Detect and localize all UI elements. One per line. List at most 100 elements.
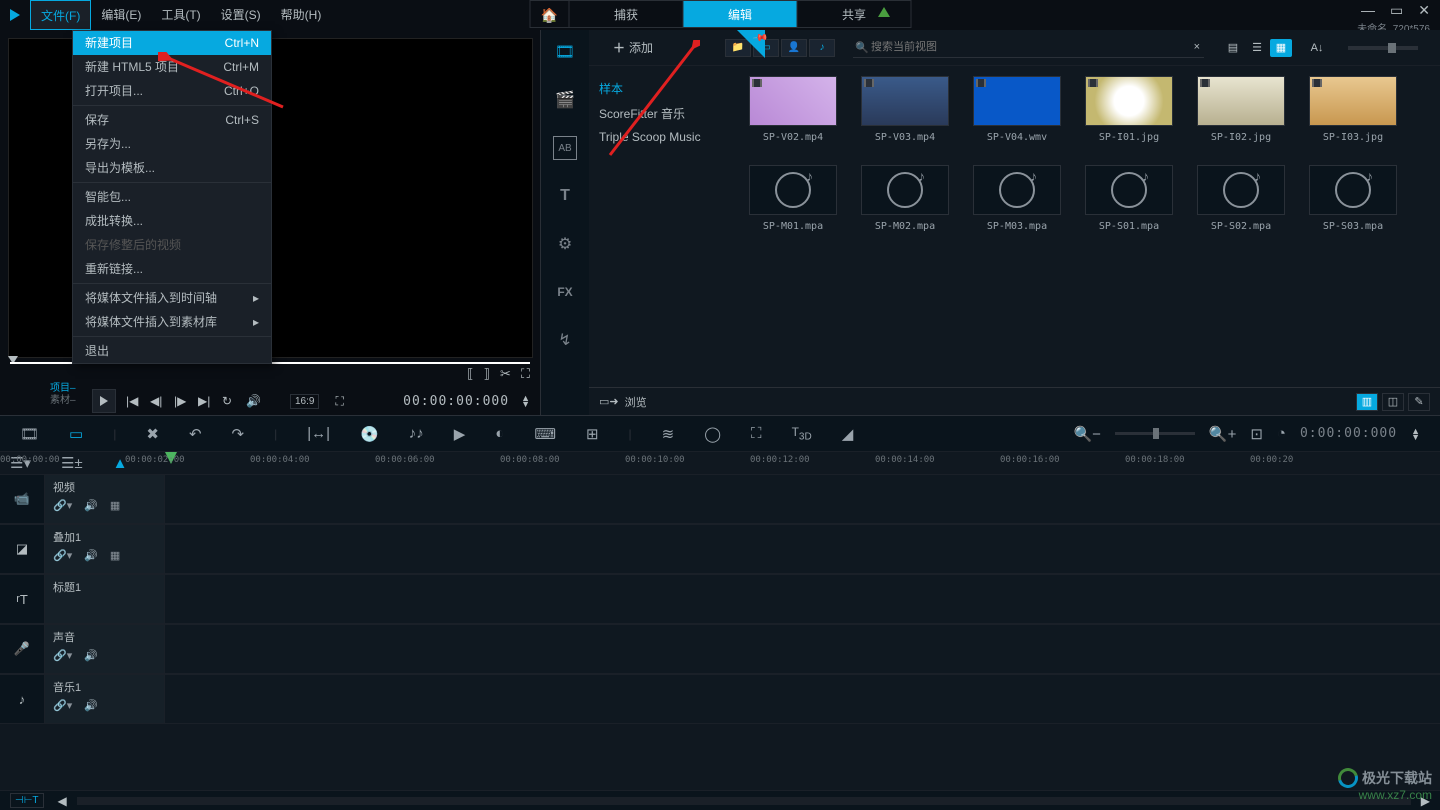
thumbnail-size-slider[interactable] bbox=[1348, 46, 1418, 50]
link-icon[interactable]: 🔗▾ bbox=[53, 649, 72, 662]
zoom-in-icon[interactable]: 🔍+ bbox=[1209, 425, 1236, 443]
panel-edit-icon[interactable]: ✎ bbox=[1408, 393, 1430, 411]
3d-title-icon[interactable]: T3D bbox=[792, 425, 812, 442]
browse-label[interactable]: 浏览 bbox=[625, 394, 647, 410]
scroll-mode-icon[interactable]: ⊣⊢T bbox=[10, 793, 44, 808]
link-icon[interactable]: 🔗▾ bbox=[53, 549, 72, 562]
link-icon[interactable]: 🔗▾ bbox=[53, 699, 72, 712]
tab-capture[interactable]: 捕获 bbox=[569, 0, 684, 28]
sidebar-title-icon[interactable]: AB bbox=[553, 136, 577, 160]
loop-icon[interactable]: ↻ bbox=[222, 394, 236, 408]
audio-mix-icon[interactable]: ♪♪ bbox=[409, 425, 424, 442]
fx-grid-icon[interactable]: ▦ bbox=[110, 499, 120, 512]
mute-icon[interactable]: 🔊 bbox=[84, 499, 98, 512]
menu-insert-library[interactable]: 将媒体文件插入到素材库 bbox=[73, 310, 271, 334]
minimize-button[interactable]: — bbox=[1361, 2, 1375, 19]
media-thumb[interactable]: SP-V02.mp4 bbox=[749, 76, 837, 143]
scissors-icon[interactable]: ✂ bbox=[500, 366, 511, 382]
menu-edit[interactable]: 编辑(E) bbox=[91, 0, 151, 30]
clear-search-icon[interactable]: × bbox=[1194, 41, 1200, 53]
tc-step-icon[interactable]: ▲▼ bbox=[1411, 428, 1420, 440]
sidebar-fx-icon[interactable]: FX bbox=[553, 280, 577, 304]
track-title-lane[interactable] bbox=[165, 575, 1440, 623]
filter-photo-icon[interactable]: 👤 bbox=[781, 39, 807, 57]
preview-timecode[interactable]: 00:00:00:000 bbox=[403, 394, 509, 409]
mute-icon[interactable]: 🔊 bbox=[84, 549, 98, 562]
audio-thumb[interactable]: SP-M02.mpa bbox=[861, 165, 949, 232]
media-thumb[interactable]: SP-I03.jpg bbox=[1309, 76, 1397, 143]
menu-relink[interactable]: 重新链接... bbox=[73, 257, 271, 281]
sidebar-transition-icon[interactable]: 🎬 bbox=[553, 88, 577, 112]
prev-frame-icon[interactable]: ◀| bbox=[150, 394, 164, 408]
audio-thumb[interactable]: SP-M03.mpa bbox=[973, 165, 1061, 232]
timeline-ruler[interactable]: ☰▾ ☰± ▲ 00:00:00:0000:00:02:0000:00:04:0… bbox=[0, 452, 1440, 474]
track-music-lane[interactable] bbox=[165, 675, 1440, 723]
tools-icon[interactable]: ✖ bbox=[146, 425, 159, 443]
media-thumb[interactable]: SP-V04.wmv bbox=[973, 76, 1061, 143]
goto-end-icon[interactable]: ▶| bbox=[198, 394, 212, 408]
sort-icon[interactable]: A↓ bbox=[1306, 39, 1328, 57]
storyboard-icon[interactable]: 🎞 bbox=[20, 425, 39, 443]
menu-batch-convert[interactable]: 成批转换... bbox=[73, 209, 271, 233]
tracking-icon[interactable]: ◯ bbox=[704, 425, 721, 443]
timeline-timecode[interactable]: 0:00:00:000 bbox=[1300, 426, 1397, 441]
menu-settings[interactable]: 设置(S) bbox=[211, 0, 271, 30]
track-video-icon[interactable]: 📹 bbox=[0, 475, 45, 523]
volume-icon[interactable]: 🔊 bbox=[246, 394, 260, 408]
mark-out-icon[interactable]: ⟧ bbox=[484, 366, 490, 382]
menu-export-template[interactable]: 导出为模板... bbox=[73, 156, 271, 180]
track-overlay-lane[interactable] bbox=[165, 525, 1440, 573]
timeline-icon[interactable]: ▭ bbox=[69, 425, 83, 443]
track-voice-lane[interactable] bbox=[165, 625, 1440, 673]
search-input[interactable] bbox=[853, 41, 1204, 53]
sidebar-text-icon[interactable]: T bbox=[553, 184, 577, 208]
close-button[interactable]: ✕ bbox=[1418, 2, 1430, 19]
view-grid-icon[interactable]: ▦ bbox=[1270, 39, 1292, 57]
mute-icon[interactable]: 🔊 bbox=[84, 699, 98, 712]
track-add-icon[interactable]: ☰± bbox=[61, 454, 83, 472]
track-title-icon[interactable]: rT bbox=[0, 575, 45, 623]
caption-icon[interactable]: ⌨ bbox=[534, 425, 556, 443]
maximize-button[interactable]: ▭ bbox=[1390, 2, 1403, 19]
audio-thumb[interactable]: SP-M01.mpa bbox=[749, 165, 837, 232]
next-frame-icon[interactable]: |▶ bbox=[174, 394, 188, 408]
fullscreen-icon[interactable]: ⛶ bbox=[335, 394, 343, 409]
timecode-step-icon[interactable]: ▲▼ bbox=[521, 395, 530, 407]
tab-share[interactable]: 共享 bbox=[797, 0, 912, 28]
play-button[interactable] bbox=[92, 389, 116, 413]
menu-tools[interactable]: 工具(T) bbox=[151, 0, 210, 30]
fit-icon[interactable]: ⊡ bbox=[1250, 425, 1263, 443]
mark-in-icon[interactable]: ⟦ bbox=[467, 366, 473, 382]
browse-icon[interactable]: ▭➜ bbox=[599, 395, 619, 408]
sidebar-path-icon[interactable]: ↯ bbox=[553, 328, 577, 352]
track-video-lane[interactable] bbox=[165, 475, 1440, 523]
panel-layout-2[interactable]: ◫ bbox=[1382, 393, 1404, 411]
menu-help[interactable]: 帮助(H) bbox=[271, 0, 332, 30]
menu-smart-pack[interactable]: 智能包... bbox=[73, 185, 271, 209]
redo-icon[interactable]: ↷ bbox=[232, 425, 245, 443]
marker-icon[interactable]: |↔| bbox=[307, 425, 330, 442]
mask-icon[interactable]: ◢ bbox=[842, 425, 854, 443]
track-music-icon[interactable]: ♪ bbox=[0, 675, 45, 723]
auto-music-icon[interactable]: ▶ bbox=[454, 425, 466, 443]
aspect-ratio[interactable]: 16:9 bbox=[290, 394, 319, 409]
media-thumb[interactable]: SP-I01.jpg bbox=[1085, 76, 1173, 143]
goto-start-icon[interactable]: |◀ bbox=[126, 394, 140, 408]
filter-audio-icon[interactable]: ♪ bbox=[809, 39, 835, 57]
audio-thumb[interactable]: SP-S01.mpa bbox=[1085, 165, 1173, 232]
zoom-slider[interactable] bbox=[1115, 432, 1195, 435]
media-thumb[interactable]: SP-V03.mp4 bbox=[861, 76, 949, 143]
audio-thumb[interactable]: SP-S03.mpa bbox=[1309, 165, 1397, 232]
mute-icon[interactable]: 🔊 bbox=[84, 649, 98, 662]
track-voice-icon[interactable]: 🎤 bbox=[0, 625, 45, 673]
media-thumb[interactable]: SP-I02.jpg bbox=[1197, 76, 1285, 143]
tab-home[interactable]: 🏠 bbox=[530, 0, 570, 28]
sidebar-graphics-icon[interactable]: ⚙ bbox=[553, 232, 577, 256]
panel-layout-1[interactable]: ▥ bbox=[1356, 393, 1378, 411]
multicam-icon[interactable]: ⛶ bbox=[751, 425, 762, 442]
view-list-icon[interactable]: ▤ bbox=[1222, 39, 1244, 57]
tab-edit[interactable]: 编辑 bbox=[683, 0, 798, 28]
menu-insert-timeline[interactable]: 将媒体文件插入到时间轴 bbox=[73, 286, 271, 310]
track-overlay-icon[interactable]: ◪ bbox=[0, 525, 45, 573]
scroll-left-icon[interactable]: ◀ bbox=[58, 794, 67, 808]
